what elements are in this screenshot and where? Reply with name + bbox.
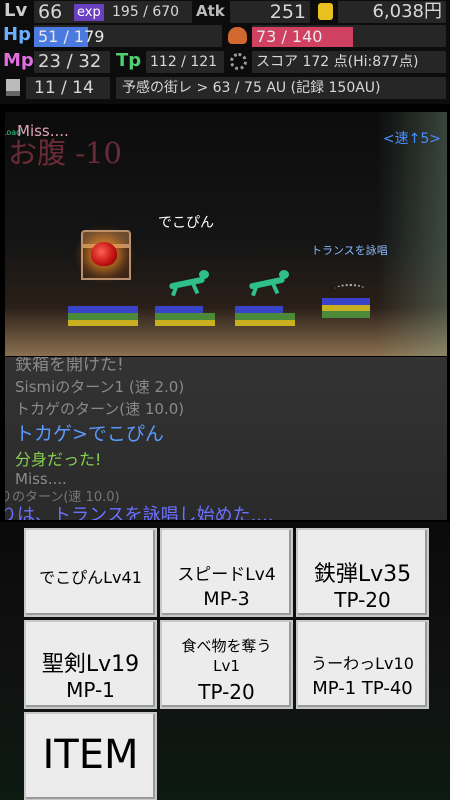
skill-button-label: 聖剣Lv19 xyxy=(41,652,140,677)
command-panel: でこぴんLv41 スピードLv4 MP-3 鉄弾Lv35 TP-20 聖剣Lv1… xyxy=(0,522,450,800)
tp-icon: Tp xyxy=(116,50,142,71)
skill-button-cost: TP-20 xyxy=(198,680,255,704)
item-button[interactable]: ITEM xyxy=(24,712,157,800)
skill-button-cost: MP-3 xyxy=(203,588,250,610)
miss-popup: Miss.... xyxy=(17,122,69,140)
score-value: スコア 172 点(Hi:877点) xyxy=(256,54,419,70)
tp-cell: 112 / 121 xyxy=(146,51,224,73)
skill-button-label: 食べ物を奪う Lv1 xyxy=(181,637,272,675)
enemy-4-gauge xyxy=(322,298,370,318)
status-panel: Lv 66 exp 195 / 670 Atk 251 6,038円 Hp 51… xyxy=(0,0,450,104)
location-value: 予感の街レ > 63 / 75 AU (記録 150AU) xyxy=(122,80,381,96)
items-value: 11 / 14 xyxy=(34,78,94,98)
enemy-chest-sprite[interactable] xyxy=(81,230,131,282)
skill-button-label: でこぴんLv41 xyxy=(39,568,142,587)
status-row-level: Lv 66 exp 195 / 670 Atk 251 6,038円 xyxy=(0,0,450,24)
lizard-head xyxy=(279,270,289,279)
lizard-head xyxy=(199,270,209,279)
enemy-1-gauge xyxy=(68,306,138,326)
hp-icon: Hp xyxy=(3,24,31,45)
skill-button-6[interactable]: うーわっLv10 MP-1 TP-40 xyxy=(296,620,429,709)
chant-label: トランスを詠唱 xyxy=(311,244,388,257)
attack-value: 251 xyxy=(269,1,306,23)
enemy-1-tp-bar xyxy=(68,320,138,326)
target-name-label: でこぴん xyxy=(158,215,214,231)
skill-button-2[interactable]: スピードLv4 MP-3 xyxy=(160,528,293,617)
skill-button-cost: TP-20 xyxy=(334,588,391,612)
enemy-2-hp-bar xyxy=(155,306,203,313)
item-book-icon xyxy=(6,79,20,96)
level-icon: Lv xyxy=(4,0,28,21)
battle-background-glow xyxy=(377,112,447,356)
skill-button-5[interactable]: 食べ物を奪う Lv1 TP-20 xyxy=(160,620,293,709)
log-line: りは、トランスを詠唱し始めた.... xyxy=(5,505,274,520)
hp-value: 51 / 179 xyxy=(38,27,105,46)
level-value: 66 xyxy=(38,1,63,23)
skill-button-4[interactable]: 聖剣Lv19 MP-1 xyxy=(24,620,157,709)
skill-button-3[interactable]: 鉄弾Lv35 TP-20 xyxy=(296,528,429,617)
mp-icon: Mp xyxy=(3,50,34,71)
skill-button-1[interactable]: でこぴんLv41 xyxy=(24,528,157,617)
skill-button-cost: MP-1 xyxy=(66,678,115,702)
coin-icon xyxy=(318,3,333,20)
status-row-items: 11 / 14 予感の街レ > 63 / 75 AU (記録 150AU) xyxy=(0,76,450,100)
log-line: トカゲのターン(速 10.0) xyxy=(15,400,185,418)
log-line: トカゲ>でこぴん xyxy=(15,423,164,445)
enemy-4-hp-bar xyxy=(322,298,370,305)
enemy-4-mp-bar xyxy=(322,311,370,318)
fullness-value: 73 / 140 xyxy=(256,27,323,46)
food-icon xyxy=(228,27,247,44)
exp-label: exp xyxy=(74,4,104,21)
score-gear-icon xyxy=(230,53,247,70)
score-cell: スコア 172 点(Hi:877点) xyxy=(252,51,446,73)
item-button-label: ITEM xyxy=(42,732,139,778)
chest-heart xyxy=(91,242,117,266)
hp-bar-track: 51 / 179 xyxy=(34,25,222,47)
log-line: Sismiのターン1 (速 2.0) xyxy=(15,378,185,396)
mp-value: 23 / 32 xyxy=(38,51,102,72)
enemy-lizard-sprite-1[interactable] xyxy=(165,268,211,298)
enemy-lizard-sprite-2[interactable] xyxy=(245,268,291,298)
exp-value: 195 / 670 xyxy=(112,4,180,20)
gold-cell: 6,038円 xyxy=(338,1,446,23)
battle-field[interactable]: Load お腹 -10 Miss.... <速↑5> でこぴん トランスを詠唱 xyxy=(5,112,447,356)
status-row-mp: Mp 23 / 32 Tp 112 / 121 スコア 172 点(Hi:877… xyxy=(0,50,450,74)
tp-value: 112 / 121 xyxy=(150,54,218,70)
log-line: 分身だった! xyxy=(15,450,102,469)
gold-value: 6,038円 xyxy=(372,1,442,22)
status-row-hp: Hp 51 / 179 73 / 140 xyxy=(0,24,450,48)
log-line: 鉄箱を開けた! xyxy=(15,357,124,375)
skill-button-label: スピードLv4 xyxy=(177,565,276,585)
enemy-2-tp-bar xyxy=(155,320,215,326)
enemy-3-gauge xyxy=(235,306,295,326)
enemy-3-tp-bar xyxy=(235,320,295,326)
enemy-3-mp-bar xyxy=(235,313,295,320)
attack-icon: Atk xyxy=(196,2,225,20)
enemy-3-hp-bar xyxy=(235,306,283,313)
attack-cell: 251 xyxy=(230,1,310,23)
fullness-bar-track: 73 / 140 xyxy=(252,25,446,47)
battle-log[interactable]: 鉄箱を開けた! Sismiのターン1 (速 2.0) トカゲのターン(速 10.… xyxy=(5,357,447,520)
items-cell: 11 / 14 xyxy=(26,77,110,99)
enemy-2-gauge xyxy=(155,306,215,326)
skill-button-label: うーわっLv10 xyxy=(311,654,414,673)
enemy-2-mp-bar xyxy=(155,313,215,320)
skill-button-label: 鉄弾Lv35 xyxy=(313,562,412,587)
enemy-caster-sprite[interactable] xyxy=(335,284,365,294)
mp-cell: 23 / 32 xyxy=(34,51,110,73)
level-cell: 66 exp 195 / 670 xyxy=(34,1,192,23)
enemy-1-mp-bar xyxy=(68,313,138,320)
skill-button-cost: MP-1 TP-40 xyxy=(312,678,413,699)
location-cell: 予感の街レ > 63 / 75 AU (記録 150AU) xyxy=(116,77,446,99)
speed-buff-indicator: <速↑5> xyxy=(382,131,441,147)
enemy-1-hp-bar xyxy=(68,306,138,313)
